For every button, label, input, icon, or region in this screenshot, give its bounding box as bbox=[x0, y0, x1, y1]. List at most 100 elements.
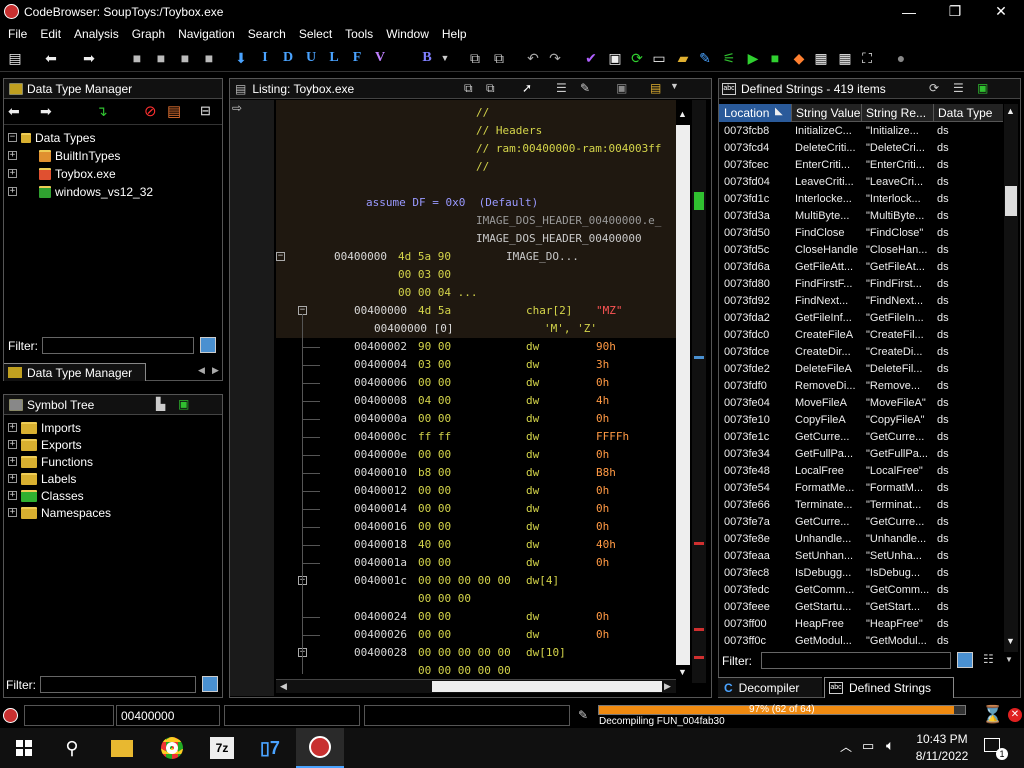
menu-navigation[interactable]: Navigation bbox=[170, 27, 240, 41]
strings-table-row[interactable]: 0073fcec EnterCriti... "EnterCriti... ds bbox=[719, 157, 1003, 174]
close-button[interactable]: ✕ bbox=[978, 0, 1024, 23]
strings-table-row[interactable]: 0073fda2 GetFileInf... "GetFileIn... ds bbox=[719, 310, 1003, 327]
maximize-button[interactable]: ❐ bbox=[932, 0, 978, 23]
strings-options-icon[interactable]: ☷ bbox=[983, 652, 994, 666]
grid-icon[interactable]: ▦ bbox=[836, 49, 854, 67]
strings-table-row[interactable]: 0073fcb8 InitializeC... "Initialize... ds bbox=[719, 123, 1003, 140]
strings-refresh-icon[interactable]: ⟳ bbox=[929, 81, 939, 95]
7zip-icon[interactable]: 7z bbox=[198, 728, 246, 768]
collapse-toggle-icon[interactable]: − bbox=[276, 252, 285, 261]
scroll-down-icon[interactable]: ▼ bbox=[678, 667, 687, 677]
dtm-archive-icon[interactable]: ▤ bbox=[167, 102, 181, 120]
app-icon[interactable]: ▯7 bbox=[246, 728, 294, 768]
hscroll-thumb[interactable] bbox=[432, 681, 662, 692]
tab-scroll-left-icon[interactable]: ◀ bbox=[198, 365, 205, 376]
windows-start-icon[interactable] bbox=[0, 728, 48, 768]
strings-table-row[interactable]: 0073fd3a MultiByte... "MultiByte... ds bbox=[719, 208, 1003, 225]
expand-icon[interactable]: + bbox=[8, 491, 17, 500]
check-icon[interactable]: ✔ bbox=[582, 49, 600, 67]
tree-item-imports[interactable]: + Imports bbox=[8, 419, 81, 436]
back-arrow-icon[interactable]: ⬅ bbox=[42, 49, 60, 67]
tab-scroll-right-icon[interactable]: ▶ bbox=[212, 365, 219, 376]
clock-date[interactable]: 8/11/2022 bbox=[910, 749, 974, 763]
strings-table-row[interactable]: 0073ff00 HeapFree "HeapFree" ds bbox=[719, 616, 1003, 633]
dtm-filter-off-icon[interactable]: ⊘ bbox=[144, 102, 157, 120]
tab-defined-strings[interactable]: abc Defined Strings bbox=[824, 677, 954, 698]
scroll-up-icon[interactable]: ▲ bbox=[1006, 106, 1015, 116]
dtm-back-icon[interactable]: ⬅ bbox=[8, 103, 20, 120]
listing-menu-icon[interactable]: ▼ bbox=[670, 81, 679, 91]
menu-edit[interactable]: Edit bbox=[32, 27, 66, 41]
merge-icon[interactable]: ⧉ bbox=[490, 49, 508, 67]
strings-table-row[interactable]: 0073fdc0 CreateFileA "CreateFil... ds bbox=[719, 327, 1003, 344]
strings-export-icon[interactable]: ▣ bbox=[977, 81, 988, 95]
expand-icon[interactable]: + bbox=[8, 474, 17, 483]
expand-icon[interactable]: + bbox=[8, 508, 17, 517]
expand-icon[interactable]: + bbox=[8, 187, 17, 196]
chrome-icon[interactable] bbox=[148, 728, 196, 768]
ghidra-taskbar-icon[interactable] bbox=[296, 728, 344, 768]
strings-table-row[interactable]: 0073fd80 FindFirstF... "FindFirst... ds bbox=[719, 276, 1003, 293]
strings-filter-icon[interactable] bbox=[957, 652, 973, 668]
menu-search[interactable]: Search bbox=[240, 27, 291, 41]
menu-select[interactable]: Select bbox=[291, 27, 337, 41]
redo-icon[interactable]: ↷ bbox=[546, 49, 564, 67]
strings-table-row[interactable]: 0073fe1c GetCurre... "GetCurre... ds bbox=[719, 429, 1003, 446]
undefined-nav-icon[interactable]: U bbox=[302, 49, 320, 67]
file-explorer-icon[interactable] bbox=[98, 728, 146, 768]
undo-icon[interactable]: ↶ bbox=[524, 49, 542, 67]
listing-fields-icon[interactable]: ▤ bbox=[650, 81, 661, 95]
listing-hscrollbar[interactable]: ◀ ▶ bbox=[276, 679, 676, 693]
tree-root-data-types[interactable]: − Data Types bbox=[8, 129, 95, 146]
symbol-filter-icon[interactable] bbox=[202, 676, 218, 692]
graph-icon[interactable]: ⛶ bbox=[858, 49, 876, 67]
strings-table-row[interactable]: 0073fd04 LeaveCriti... "LeaveCri... ds bbox=[719, 174, 1003, 191]
expand-icon[interactable]: + bbox=[8, 457, 17, 466]
col-string-value[interactable]: String Value bbox=[791, 104, 861, 122]
down-arrow-icon[interactable]: ⬇ bbox=[232, 49, 250, 67]
green-box-icon[interactable]: ■ bbox=[766, 49, 784, 67]
strings-table-row[interactable]: 0073fe48 LocalFree "LocalFree" ds bbox=[719, 463, 1003, 480]
search-icon[interactable]: ⚲ bbox=[48, 728, 96, 768]
dtm-forward-icon[interactable]: ➡ bbox=[40, 103, 52, 120]
tree-item-toybox[interactable]: + Toybox.exe bbox=[8, 165, 116, 182]
strings-table-row[interactable]: 0073feee GetStartu... "GetStart... ds bbox=[719, 599, 1003, 616]
strings-table-row[interactable]: 0073fe04 MoveFileA "MoveFileA" ds bbox=[719, 395, 1003, 412]
tree-item-windows[interactable]: + windows_vs12_32 bbox=[8, 183, 153, 200]
scroll-down-icon[interactable]: ▼ bbox=[1006, 636, 1015, 646]
refresh-icon[interactable]: ⟳ bbox=[628, 49, 646, 67]
symbol-tree-action-icon[interactable]: ▙ bbox=[156, 397, 165, 411]
strings-table-row[interactable]: 0073fd92 FindNext... "FindNext... ds bbox=[719, 293, 1003, 310]
script-icon[interactable]: ✎ bbox=[696, 49, 714, 67]
col-string-rep[interactable]: String Re... bbox=[861, 104, 933, 122]
listing-cursor-icon[interactable]: ➚ bbox=[522, 81, 532, 95]
strings-table-row[interactable]: 0073feaa SetUnhan... "SetUnha... ds bbox=[719, 548, 1003, 565]
tree-item-namespaces[interactable]: + Namespaces bbox=[8, 504, 111, 521]
value-nav-icon[interactable]: V bbox=[371, 49, 389, 67]
symbol-tree-export-icon[interactable]: ▣ bbox=[178, 397, 189, 411]
folder-icon[interactable]: ▰ bbox=[674, 49, 692, 67]
listing-layout-icon[interactable]: ☰ bbox=[556, 81, 567, 95]
expand-icon[interactable]: + bbox=[8, 169, 17, 178]
strings-table-row[interactable]: 0073fd6a GetFileAtt... "GetFileAt... ds bbox=[719, 259, 1003, 276]
listing-paste-icon[interactable]: ⧉ bbox=[486, 81, 495, 96]
strings-table-row[interactable]: 0073fe34 GetFullPa... "GetFullPa... ds bbox=[719, 446, 1003, 463]
tree-item-labels[interactable]: + Labels bbox=[8, 470, 76, 487]
menu-file[interactable]: File bbox=[0, 27, 32, 41]
memory-icon[interactable]: ▣ bbox=[606, 49, 624, 67]
strings-table-row[interactable]: 0073fd5c CloseHandle "CloseHan... ds bbox=[719, 242, 1003, 259]
network-icon[interactable]: ▭ bbox=[862, 738, 874, 754]
tree-item-builtintypes[interactable]: + BuiltInTypes bbox=[8, 147, 120, 164]
strings-options-menu-icon[interactable]: ▼ bbox=[1005, 655, 1013, 664]
run-icon[interactable]: ▶ bbox=[744, 49, 762, 67]
dtm-collapse-icon[interactable]: ⊟ bbox=[200, 103, 211, 119]
tree-item-exports[interactable]: + Exports bbox=[8, 436, 82, 453]
scroll-left-icon[interactable]: ◀ bbox=[280, 681, 287, 692]
strings-scroll-thumb[interactable] bbox=[1005, 186, 1017, 216]
table-icon[interactable]: ▦ bbox=[812, 49, 830, 67]
dropdown-arrow-icon[interactable]: ▼ bbox=[436, 49, 454, 67]
clock-time[interactable]: 10:43 PM bbox=[914, 732, 970, 746]
listing-edit-icon[interactable]: ✎ bbox=[580, 81, 590, 95]
strings-vscrollbar[interactable]: ▲ ▼ bbox=[1004, 104, 1018, 652]
image-icon[interactable]: ▭ bbox=[650, 49, 668, 67]
